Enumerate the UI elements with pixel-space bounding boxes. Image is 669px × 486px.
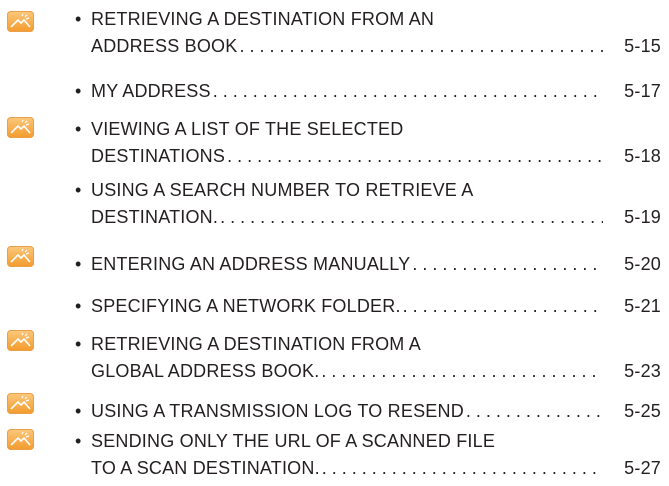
toc-entry-page: 5-27 [624,458,661,478]
bullet: • [75,254,82,274]
toc-entry-title-line: SPECIFYING A NETWORK FOLDER. [91,296,401,316]
table-of-contents: • RETRIEVING A DESTINATION FROM AN ADDRE… [0,0,669,486]
toc-entry-title-line: SENDING ONLY THE URL OF A SCANNED FILE [91,431,496,451]
toc-entry-page: 5-15 [624,36,661,56]
toc-entry-title-line: ENTERING AN ADDRESS MANUALLY [91,254,411,274]
bullet: • [75,9,82,29]
bullet: • [75,401,82,421]
toc-entry-title-line: GLOBAL ADDRESS BOOK. [91,361,320,381]
toc-entry-title-line: RETRIEVING A DESTINATION FROM A [91,334,421,354]
touch-panel-operation-icon [7,330,34,351]
leader-dots [239,33,603,60]
touch-panel-operation-icon [7,429,34,450]
toc-entry-page: 5-17 [624,81,661,101]
bullet: • [75,431,82,451]
toc-entry-title-line: RETRIEVING A DESTINATION FROM AN [91,9,435,29]
toc-entry-title-line: MY ADDRESS [91,81,211,101]
bullet: • [75,81,82,101]
bullet: • [75,334,82,354]
toc-entry-page: 5-25 [624,401,661,421]
leader-dots [403,293,603,320]
touch-panel-operation-icon [7,393,34,414]
toc-entry-title-line: DESTINATION. [91,207,219,227]
toc-entry-title-line: DESTINATIONS [91,146,226,166]
toc-entry-page: 5-20 [624,254,661,274]
touch-panel-operation-icon [7,11,34,32]
bullet: • [75,119,82,139]
bullet: • [75,296,82,316]
leader-dots [322,455,603,482]
leader-dots [220,204,603,231]
toc-entry-title-line: USING A SEARCH NUMBER TO RETRIEVE A [91,180,474,200]
leader-dots [321,358,603,385]
toc-entry-page: 5-21 [624,296,661,316]
toc-entry-page: 5-19 [624,207,661,227]
toc-entry-title-line: USING A TRANSMISSION LOG TO RESEND [91,401,464,421]
leader-dots [213,78,603,105]
toc-entry-page: 5-23 [624,361,661,381]
toc-entry-title-line: ADDRESS BOOK [91,36,238,56]
toc-entry-title-line: TO A SCAN DESTINATION. [91,458,320,478]
leader-dots [466,398,603,425]
touch-panel-operation-icon [7,246,34,267]
touch-panel-operation-icon [7,117,34,138]
leader-dots [227,143,603,170]
leader-dots [412,251,603,278]
bullet: • [75,180,82,200]
toc-entry-title-line: VIEWING A LIST OF THE SELECTED [91,119,404,139]
toc-entry-page: 5-18 [624,146,661,166]
